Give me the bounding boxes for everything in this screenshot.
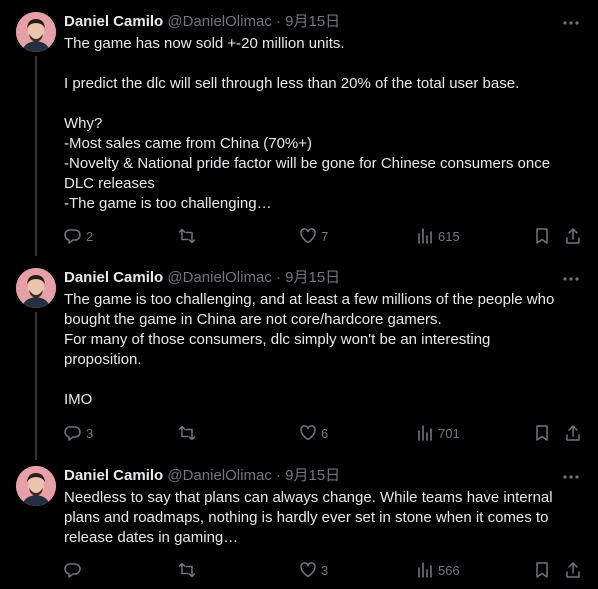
more-icon[interactable] [562, 270, 580, 288]
author-handle[interactable]: @DanielOlimac [167, 13, 271, 30]
bookmark-button[interactable] [533, 423, 551, 443]
reply-button[interactable]: 2 [64, 226, 93, 246]
views-button[interactable]: 566 [416, 560, 460, 580]
separator: · [275, 13, 281, 30]
tweet-text: The game has now sold +-20 million units… [64, 34, 584, 214]
text-line: Needless to say that plans can always ch… [64, 489, 553, 506]
share-button[interactable] [564, 423, 582, 443]
tweet-text: Needless to say that plans can always ch… [64, 488, 584, 548]
author-handle[interactable]: @DanielOlimac [167, 467, 271, 484]
more-icon[interactable] [562, 14, 580, 32]
tweet-text: The game is too challenging, and at leas… [64, 290, 584, 410]
like-icon [300, 562, 316, 578]
action-bar: 3 566 [64, 560, 584, 580]
author-name[interactable]: Daniel Camilo [64, 13, 163, 30]
tweet-header: Daniel Camilo @DanielOlimac · 9月15日 [64, 12, 340, 32]
text-line: -Novelty & National pride factor will be… [64, 155, 551, 172]
text-line: -The game is too challenging… [64, 195, 272, 212]
views-button[interactable]: 615 [416, 226, 460, 246]
timestamp[interactable]: 9月15日 [285, 13, 340, 30]
views-count: 615 [438, 228, 460, 244]
bookmark-button[interactable] [533, 560, 551, 580]
thread-line [35, 56, 37, 256]
like-icon [300, 228, 316, 244]
reply-count: 2 [86, 228, 94, 244]
share-icon [566, 425, 580, 441]
like-icon [300, 425, 316, 441]
like-count: 7 [321, 228, 329, 244]
separator: · [275, 269, 281, 286]
like-count: 6 [321, 425, 329, 441]
text-line: I predict the dlc will sell through less… [64, 75, 520, 92]
tweet-header: Daniel Camilo @DanielOlimac · 9月15日 [64, 268, 340, 288]
author-handle[interactable]: @DanielOlimac [167, 269, 271, 286]
tweet[interactable]: Daniel Camilo @DanielOlimac · 9月15日 Need… [0, 466, 598, 584]
text-line: proposition. [64, 351, 142, 368]
author-name[interactable]: Daniel Camilo [64, 467, 163, 484]
tweet-header: Daniel Camilo @DanielOlimac · 9月15日 [64, 466, 340, 486]
views-button[interactable]: 701 [416, 423, 460, 443]
repost-icon [178, 425, 196, 441]
repost-icon [178, 562, 196, 578]
separator: · [275, 467, 281, 484]
text-line: ​ [64, 94, 584, 114]
bookmark-icon [536, 425, 548, 441]
views-icon [418, 228, 432, 244]
tweet[interactable]: Daniel Camilo @DanielOlimac · 9月15日 The … [0, 12, 598, 256]
views-count: 566 [438, 562, 460, 578]
like-button[interactable]: 3 [299, 560, 328, 580]
thread-line [35, 312, 37, 460]
like-button[interactable]: 6 [299, 423, 328, 443]
action-bar: 2 7 615 [64, 226, 584, 246]
reply-icon [64, 426, 81, 441]
share-icon [566, 228, 580, 244]
more-icon[interactable] [562, 468, 580, 486]
bookmark-icon [536, 228, 548, 244]
share-button[interactable] [564, 560, 582, 580]
views-count: 701 [438, 425, 460, 441]
avatar[interactable] [16, 12, 56, 52]
repost-button[interactable] [178, 560, 200, 580]
text-line: IMO [64, 391, 93, 408]
timestamp[interactable]: 9月15日 [285, 269, 340, 286]
timestamp[interactable]: 9月15日 [285, 467, 340, 484]
text-line: -Most sales came from China (70%+) [64, 135, 312, 152]
text-line: The game has now sold +-20 million units… [64, 35, 345, 52]
like-count: 3 [321, 562, 329, 578]
avatar[interactable] [16, 466, 56, 506]
action-bar: 3 6 701 [64, 423, 584, 443]
share-icon [566, 562, 580, 578]
text-line: Why? [64, 115, 103, 132]
reply-icon [64, 229, 81, 244]
text-line: ​ [64, 370, 584, 390]
reply-icon [64, 563, 81, 578]
reply-count: 3 [86, 425, 94, 441]
text-line: The game is too challenging, and at leas… [64, 291, 555, 308]
text-line: plans and roadmaps, nothing is hardly ev… [64, 509, 549, 526]
text-line: ​ [64, 54, 584, 74]
text-line: DLC releases [64, 175, 155, 192]
repost-icon [178, 228, 196, 244]
tweet[interactable]: Daniel Camilo @DanielOlimac · 9月15日 The … [0, 268, 598, 460]
bookmark-icon [536, 562, 548, 578]
reply-button[interactable] [64, 560, 86, 580]
repost-button[interactable] [178, 226, 200, 246]
avatar[interactable] [16, 268, 56, 308]
bookmark-button[interactable] [533, 226, 551, 246]
like-button[interactable]: 7 [299, 226, 328, 246]
views-icon [418, 425, 432, 441]
text-line: For many of those consumers, dlc simply … [64, 331, 491, 348]
reply-button[interactable]: 3 [64, 423, 93, 443]
share-button[interactable] [564, 226, 582, 246]
views-icon [418, 562, 432, 578]
text-line: release dates in gaming… [64, 529, 239, 546]
author-name[interactable]: Daniel Camilo [64, 269, 163, 286]
text-line: bought the game in China are not core/ha… [64, 311, 442, 328]
repost-button[interactable] [178, 423, 200, 443]
